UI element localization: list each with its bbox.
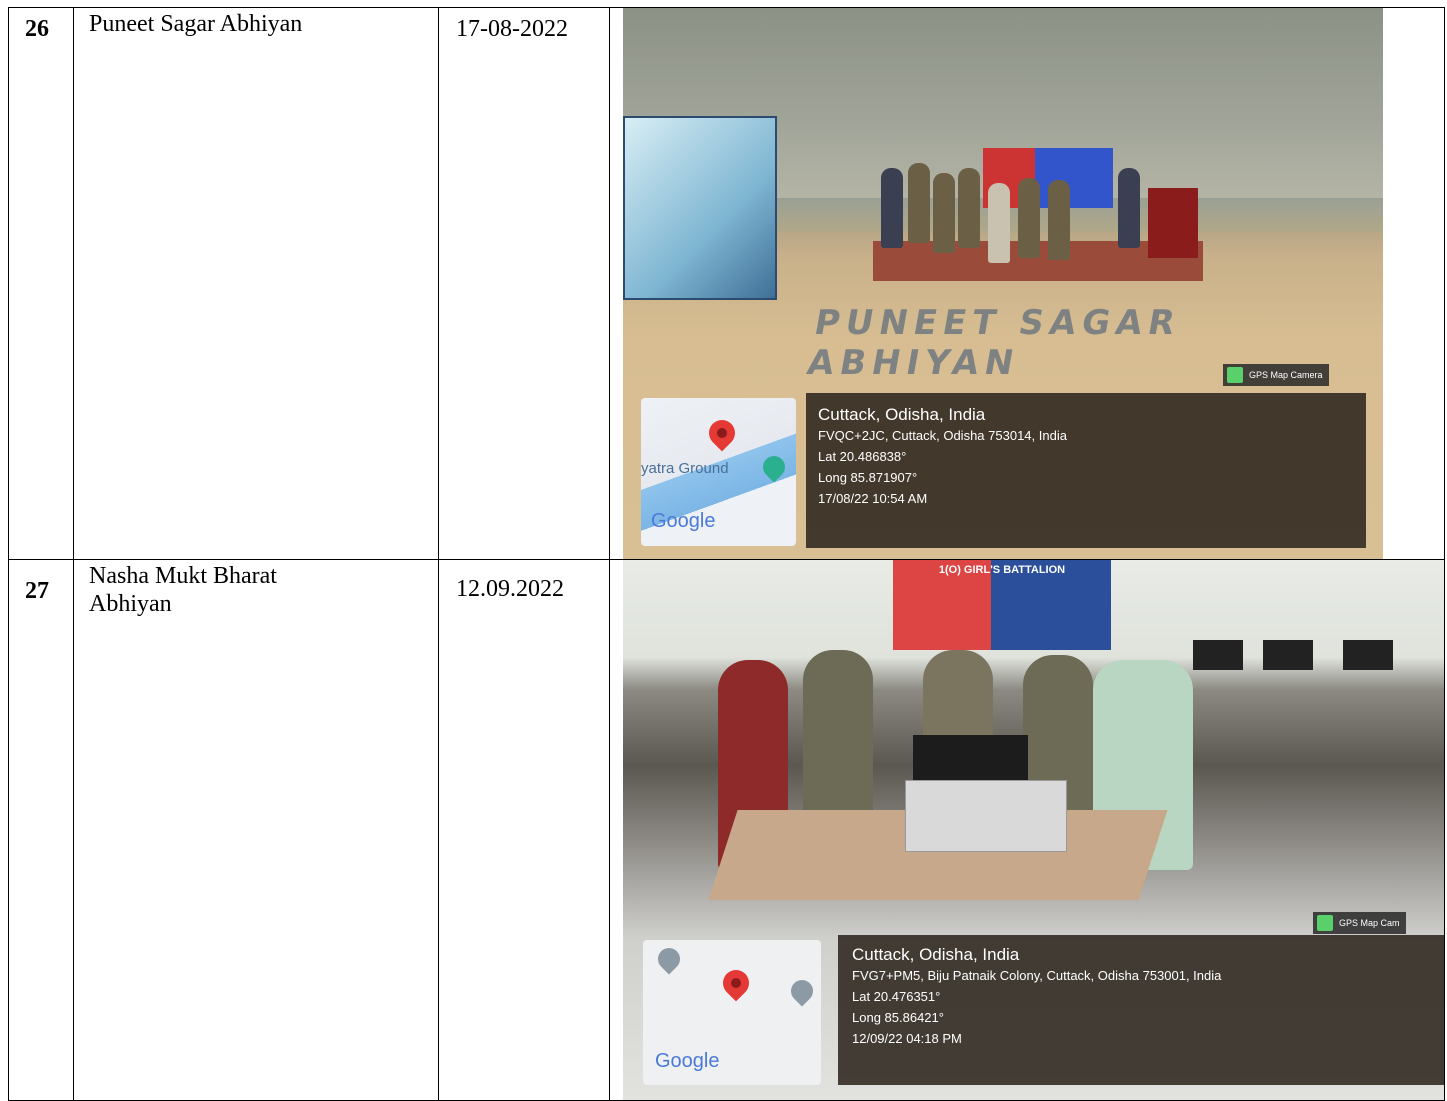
latitude: Lat 20.486838° xyxy=(818,449,907,464)
serial-number: 27 xyxy=(25,578,49,604)
location-map: Google xyxy=(643,940,821,1085)
person-figure xyxy=(933,173,955,253)
event-photo: 1(O) GIRL'S BATTALION GPS Map Cam Google… xyxy=(623,560,1444,1100)
latitude: Lat 20.476351° xyxy=(852,989,941,1004)
activity-table: 26 Puneet Sagar Abhiyan 17-08-2022 PUNEE… xyxy=(8,7,1445,1101)
google-logo: Google xyxy=(651,510,716,532)
podium xyxy=(1148,188,1198,258)
date-cell: 12.09.2022 xyxy=(438,559,610,1101)
event-date: 12.09.2022 xyxy=(456,576,564,602)
event-cell: Nasha Mukt Bharat Abhiyan xyxy=(73,559,439,1101)
sand-art-text: PUNEET SAGAR ABHIYAN xyxy=(804,303,1184,383)
person-figure xyxy=(1118,168,1140,248)
photo-cell: 1(O) GIRL'S BATTALION GPS Map Cam Google… xyxy=(609,559,1445,1101)
poster-banner xyxy=(623,116,777,300)
person-figure xyxy=(958,168,980,248)
person-figure xyxy=(1018,178,1040,258)
geotag-overlay: Cuttack, Odisha, India FVG7+PM5, Biju Pa… xyxy=(838,935,1444,1085)
place-marker-icon xyxy=(758,451,790,483)
event-name: Nasha Mukt Bharat Abhiyan xyxy=(89,563,277,617)
computer-monitor xyxy=(1263,640,1313,670)
gps-camera-label: GPS Map Cam xyxy=(1339,918,1400,928)
computer-monitor xyxy=(1193,640,1243,670)
location-map: yatra Ground Google xyxy=(641,398,796,546)
event-cell: Puneet Sagar Abhiyan xyxy=(73,7,439,560)
person-figure xyxy=(881,168,903,248)
laptop xyxy=(905,780,1067,852)
gps-camera-label: GPS Map Camera xyxy=(1249,370,1323,380)
banner-text: 1(O) GIRL'S BATTALION xyxy=(938,564,1066,576)
person-figure xyxy=(1048,180,1070,260)
battalion-banner: 1(O) GIRL'S BATTALION xyxy=(893,560,1111,650)
longitude: Long 85.86421° xyxy=(852,1010,944,1025)
table-row: 27 Nasha Mukt Bharat Abhiyan 12.09.2022 … xyxy=(8,559,1445,1101)
serial-cell: 27 xyxy=(8,559,74,1101)
location-pin-icon xyxy=(717,964,755,1002)
location-title: Cuttack, Odisha, India xyxy=(818,405,986,424)
event-photo: PUNEET SAGAR ABHIYAN GPS Map Camera yatr… xyxy=(623,8,1383,559)
map-place-label: yatra Ground xyxy=(641,460,729,477)
geotag-overlay: Cuttack, Odisha, India FVQC+2JC, Cuttack… xyxy=(806,393,1366,548)
gps-camera-badge: GPS Map Cam xyxy=(1313,912,1406,934)
serial-cell: 26 xyxy=(8,7,74,560)
google-logo: Google xyxy=(655,1050,720,1072)
table-row: 26 Puneet Sagar Abhiyan 17-08-2022 PUNEE… xyxy=(8,7,1445,560)
gps-camera-badge: GPS Map Camera xyxy=(1223,364,1329,386)
location-title: Cuttack, Odisha, India xyxy=(852,945,1020,964)
location-pin-icon xyxy=(703,414,741,452)
gps-camera-icon xyxy=(1317,915,1333,931)
map-marker-icon xyxy=(653,943,685,975)
timestamp: 12/09/22 04:18 PM xyxy=(852,1031,962,1046)
person-figure xyxy=(988,183,1010,263)
event-name: Puneet Sagar Abhiyan xyxy=(89,11,303,37)
computer-monitor xyxy=(1343,640,1393,670)
location-address: FVQC+2JC, Cuttack, Odisha 753014, India xyxy=(818,428,1067,443)
date-cell: 17-08-2022 xyxy=(438,7,610,560)
map-marker-icon xyxy=(786,975,818,1007)
photo-cell: PUNEET SAGAR ABHIYAN GPS Map Camera yatr… xyxy=(609,7,1445,560)
event-date: 17-08-2022 xyxy=(456,16,568,42)
serial-number: 26 xyxy=(25,16,49,42)
gps-camera-icon xyxy=(1227,367,1243,383)
longitude: Long 85.871907° xyxy=(818,470,918,485)
location-address: FVG7+PM5, Biju Patnaik Colony, Cuttack, … xyxy=(852,968,1222,983)
person-figure xyxy=(908,163,930,243)
timestamp: 17/08/22 10:54 AM xyxy=(818,491,928,506)
